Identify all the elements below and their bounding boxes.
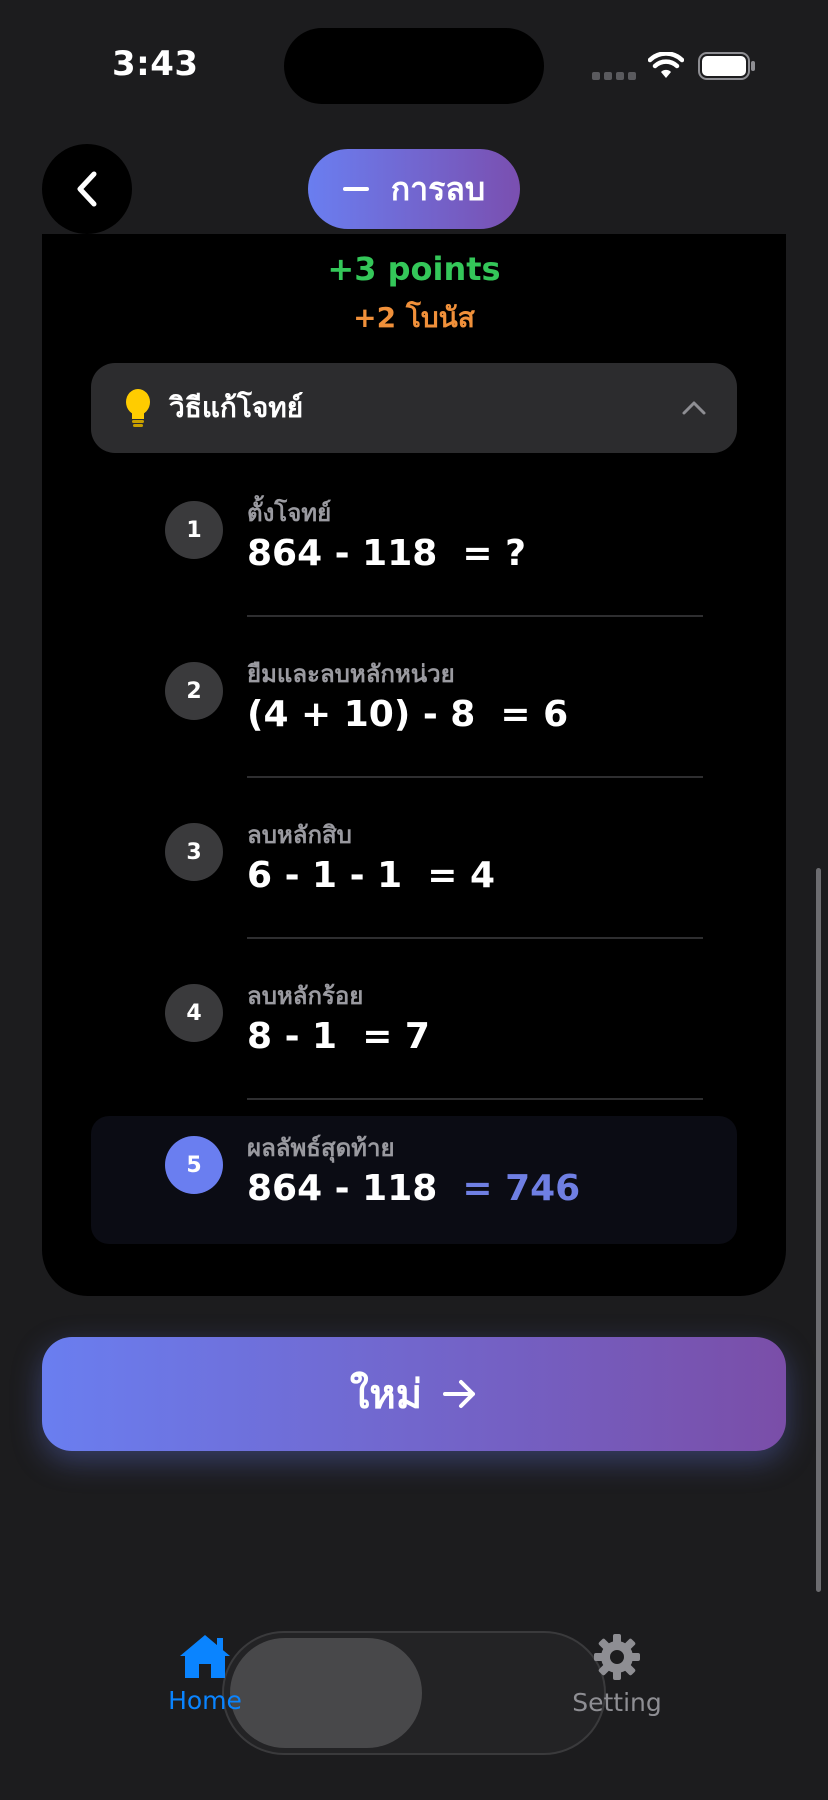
new-problem-button[interactable]: ใหม่ (42, 1337, 786, 1451)
divider (247, 776, 703, 778)
divider (247, 615, 703, 617)
minus-icon (342, 187, 369, 191)
house-icon (180, 1635, 230, 1678)
scroll-indicator[interactable] (816, 868, 821, 1592)
solution-step: 3 ลบหลักสิบ 6 - 1 - 1 = 4 (91, 803, 737, 943)
points-earned: +3 points (327, 250, 501, 288)
solution-step: 2 ยืมและลบหลักหน่วย (4 + 10) - 8 = 6 (91, 642, 737, 782)
operation-badge: การลบ (308, 149, 520, 229)
step-equation: 6 - 1 - 1 = 4 (247, 855, 495, 896)
divider (247, 937, 703, 939)
step-label: ลบหลักสิบ (247, 821, 352, 849)
step-label: ผลลัพธ์สุดท้าย (247, 1134, 395, 1162)
solution-step: 1 ตั้งโจทย์ 864 - 118 = ? (91, 481, 737, 621)
solution-step: 4 ลบหลักร้อย 8 - 1 = 7 (91, 964, 737, 1104)
step-number: 3 (165, 823, 223, 881)
battery-icon (698, 52, 755, 80)
lightbulb-icon (126, 389, 150, 427)
tab-label: Home (168, 1686, 242, 1715)
tab-setting[interactable]: Setting (570, 1632, 664, 1717)
step-number: 4 (165, 984, 223, 1042)
tab-home[interactable]: Home (160, 1632, 250, 1715)
new-button-label: ใหม่ (349, 1372, 423, 1418)
tab-selection-highlight (230, 1638, 422, 1748)
arrow-right-icon (443, 1380, 476, 1408)
step-label: ยืมและลบหลักหน่วย (247, 660, 455, 688)
final-result-step: 5 ผลลัพธ์สุดท้าย 864 - 118 = 746 (91, 1116, 737, 1244)
solution-card: +3 points +2 โบนัส วิธีแก้โจทย์ 1 ตั้งโจ… (42, 234, 786, 1296)
step-number: 5 (165, 1136, 223, 1194)
step-equation: (4 + 10) - 8 = 6 (247, 694, 569, 735)
step-label: ลบหลักร้อย (247, 982, 364, 1010)
cellular-signal-icon (592, 72, 636, 80)
gear-icon (594, 1634, 640, 1680)
tab-label: Setting (572, 1688, 662, 1717)
step-equation: 864 - 118 = 746 (247, 1168, 581, 1209)
divider (247, 1098, 703, 1100)
step-label: ตั้งโจทย์ (247, 499, 332, 527)
chevron-up-icon (682, 401, 706, 415)
solution-toggle[interactable]: วิธีแก้โจทย์ (91, 363, 737, 453)
step-equation: 8 - 1 = 7 (247, 1016, 430, 1057)
wifi-icon (648, 52, 684, 78)
operation-label: การลบ (390, 169, 486, 208)
back-button[interactable] (42, 144, 132, 234)
status-time: 3:43 (112, 44, 199, 84)
final-answer: = 746 (462, 1168, 581, 1209)
step-equation: 864 - 118 = ? (247, 533, 526, 574)
step-number: 1 (165, 501, 223, 559)
bonus-earned: +2 โบนัส (353, 301, 475, 334)
step-number: 2 (165, 662, 223, 720)
solution-title: วิธีแก้โจทย์ (169, 391, 304, 424)
dynamic-island (284, 28, 544, 104)
chevron-left-icon (77, 171, 97, 207)
